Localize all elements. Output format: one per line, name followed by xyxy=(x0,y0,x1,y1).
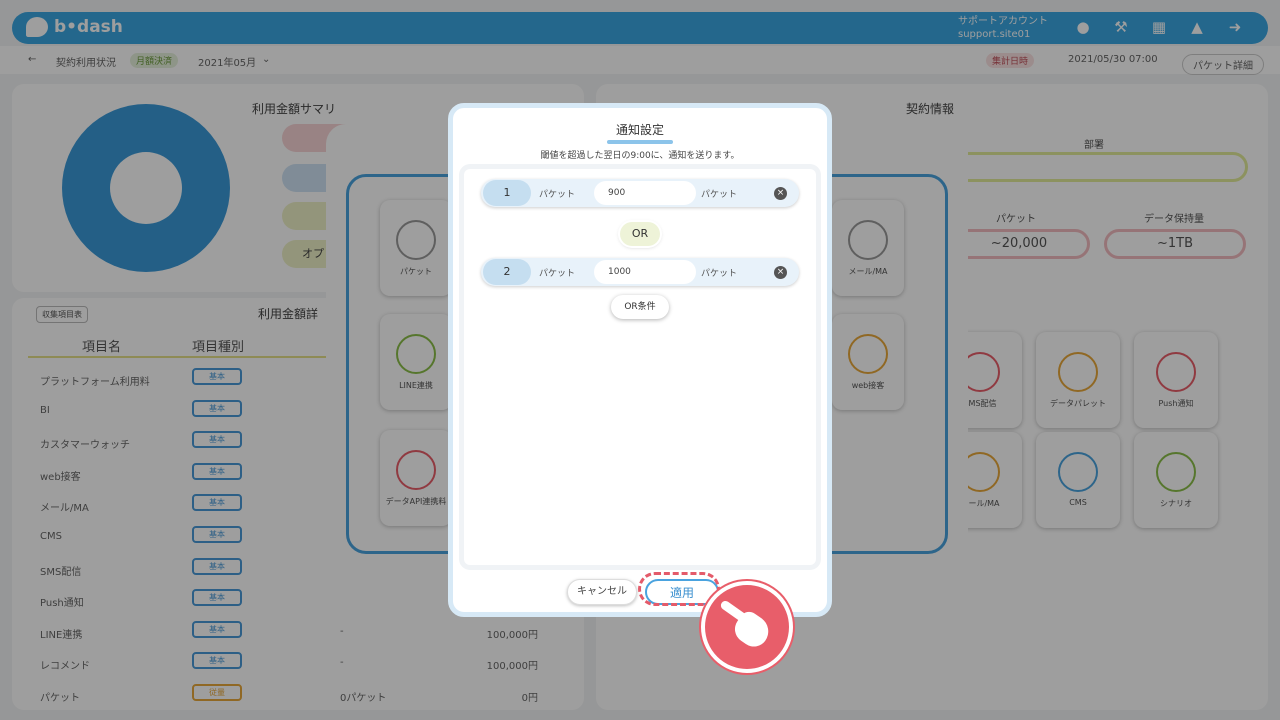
add-or-condition-button[interactable]: OR条件 xyxy=(611,295,669,319)
condition-value-input[interactable] xyxy=(594,181,696,205)
condition-label-right: パケット xyxy=(701,190,738,200)
pointing-hand-icon xyxy=(701,581,793,673)
condition-label-right: パケット xyxy=(701,269,738,279)
condition-row: 2 パケット パケット × xyxy=(481,258,799,286)
notification-settings-modal: 通知設定 閾値を超過した翌日の9:00に、通知を送ります。 1 パケット パケッ… xyxy=(448,103,832,617)
condition-value-input[interactable] xyxy=(594,260,696,284)
condition-number: 2 xyxy=(483,259,531,285)
modal-description: 閾値を超過した翌日の9:00に、通知を送ります。 xyxy=(540,151,740,161)
modal-title-text: 通知設定 xyxy=(615,123,664,137)
remove-condition-icon[interactable]: × xyxy=(774,266,787,279)
condition-label-left: パケット xyxy=(539,190,576,200)
or-badge: OR xyxy=(620,222,660,246)
modal-title: 通知設定 xyxy=(453,121,827,144)
condition-row: 1 パケット パケット × xyxy=(481,179,799,207)
condition-label-left: パケット xyxy=(539,269,576,279)
title-underline xyxy=(607,140,673,144)
remove-condition-icon[interactable]: × xyxy=(774,187,787,200)
condition-number: 1 xyxy=(483,180,531,206)
cancel-button[interactable]: キャンセル xyxy=(567,579,637,605)
condition-list: 1 パケット パケット × OR 2 パケット パケット × OR条件 xyxy=(464,169,816,565)
